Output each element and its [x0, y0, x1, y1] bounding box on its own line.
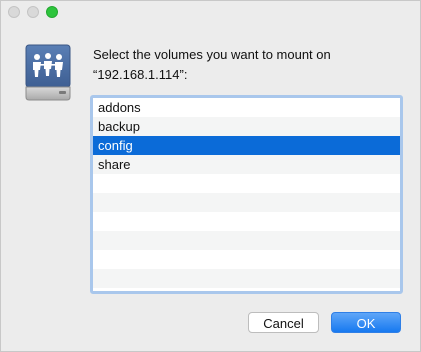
ok-button[interactable]: OK — [331, 312, 401, 333]
empty-list-row — [93, 250, 400, 269]
volume-list[interactable]: addons backup config share — [90, 95, 403, 294]
empty-list-row — [93, 231, 400, 250]
prompt-line-1: Select the volumes you want to mount on — [93, 47, 331, 62]
volume-item-share[interactable]: share — [93, 155, 400, 174]
volume-item-backup[interactable]: backup — [93, 117, 400, 136]
zoom-button[interactable] — [46, 6, 58, 18]
cancel-button[interactable]: Cancel — [248, 312, 319, 333]
empty-list-row — [93, 193, 400, 212]
empty-list-row — [93, 269, 400, 288]
close-button[interactable] — [8, 6, 20, 18]
prompt-line-2: “192.168.1.114”: — [93, 67, 188, 82]
empty-list-row — [93, 174, 400, 193]
prompt-text: Select the volumes you want to mount on … — [93, 45, 413, 85]
volume-item-addons[interactable]: addons — [93, 98, 400, 117]
volume-item-config[interactable]: config — [93, 136, 400, 155]
mount-volumes-dialog: Select the volumes you want to mount on … — [0, 0, 421, 352]
volume-rows: addons backup config share — [93, 98, 400, 288]
window-controls — [8, 6, 58, 18]
minimize-button[interactable] — [27, 6, 39, 18]
empty-list-row — [93, 212, 400, 231]
network-share-drive-icon — [24, 43, 72, 103]
